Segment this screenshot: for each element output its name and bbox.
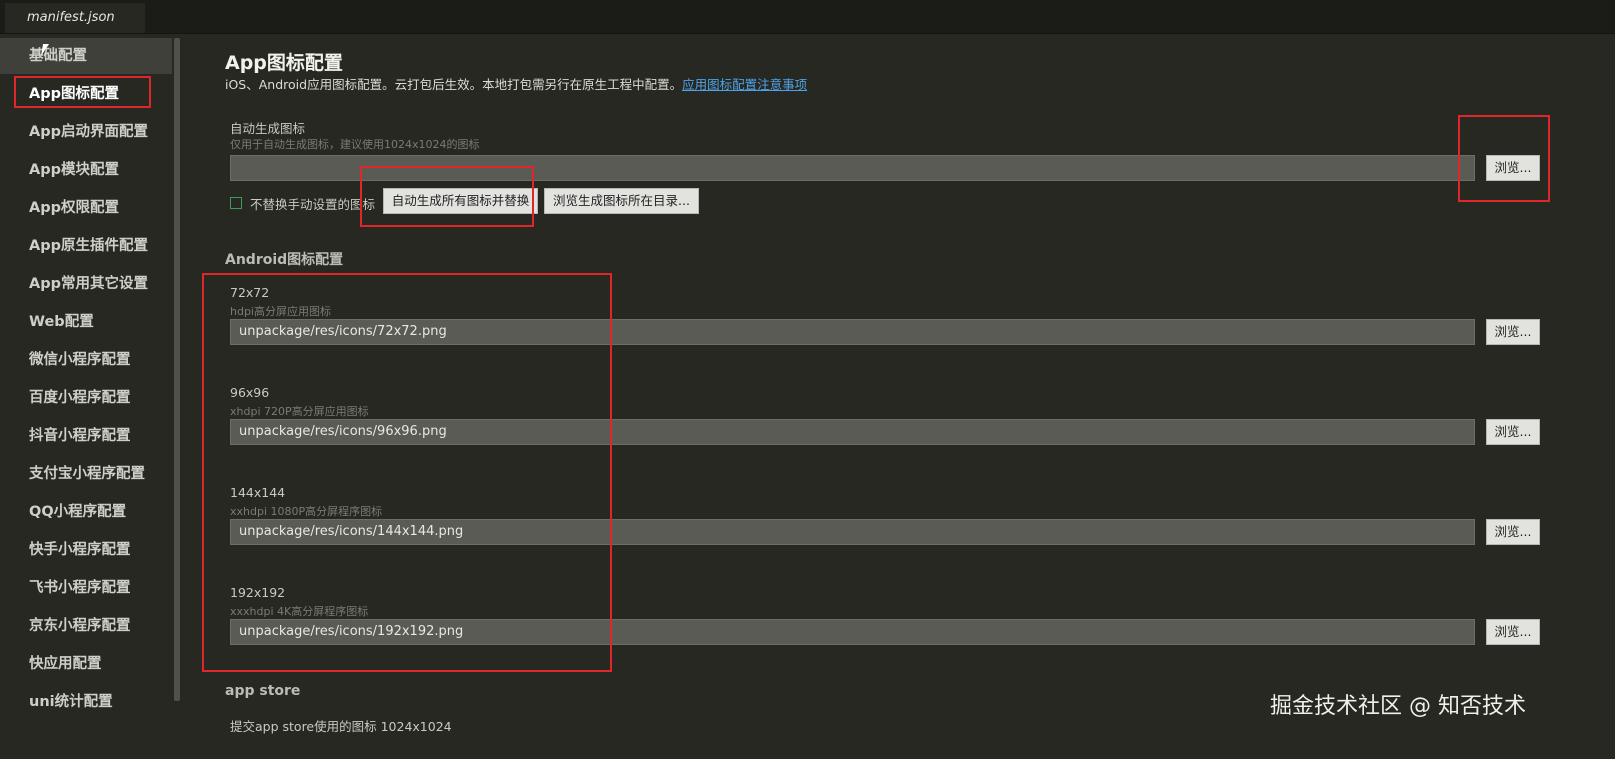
icon-96-size: 96x96 [230, 385, 270, 400]
sidebar-item-basic-config[interactable]: 基础配置 [0, 38, 172, 74]
icon-notes-link[interactable]: 应用图标配置注意事项 [682, 77, 807, 92]
appstore-hint: 提交app store使用的图标 1024x1024 [230, 719, 452, 734]
sidebar-item-baidu-mp-config[interactable]: 百度小程序配置 [0, 380, 172, 416]
sidebar-item-alipay-mp-config[interactable]: 支付宝小程序配置 [0, 456, 172, 492]
icon-192-desc: xxxhdpi 4K高分屏程序图标 [230, 605, 369, 618]
appstore-section-title: app store [225, 683, 301, 699]
auto-icon-hint: 仅用于自动生成图标，建议使用1024x1024的图标 [230, 138, 480, 151]
icon-96-path-input[interactable]: unpackage/res/icons/96x96.png [230, 419, 1475, 445]
icon-72-browse-button[interactable]: 浏览... [1486, 319, 1540, 345]
auto-icon-path-input[interactable] [230, 155, 1475, 181]
tab-manifest-json[interactable]: manifest.json [5, 3, 145, 33]
auto-icon-label: 自动生成图标 [230, 121, 306, 136]
watermark: 掘金技术社区 @ 知否技术 [1270, 694, 1526, 719]
sidebar-item-app-permission-config[interactable]: App权限配置 [0, 190, 172, 226]
icon-192-size: 192x192 [230, 585, 286, 600]
description-text: iOS、Android应用图标配置。云打包后生效。本地打包需另行在原生工程中配置… [225, 77, 683, 92]
no-replace-label: 不替换手动设置的图标 [250, 197, 376, 212]
icon-96-browse-button[interactable]: 浏览... [1486, 419, 1540, 445]
sidebar-item-quickapp-config[interactable]: 快应用配置 [0, 646, 172, 682]
sidebar-item-web-config[interactable]: Web配置 [0, 304, 172, 340]
tab-bar: manifest.json [0, 0, 1615, 34]
sidebar-scrollbar[interactable] [174, 38, 180, 701]
sidebar-item-wechat-mp-config[interactable]: 微信小程序配置 [0, 342, 172, 378]
generate-all-icons-button[interactable]: 自动生成所有图标并替换 [383, 188, 538, 214]
sidebar-item-app-native-plugin-config[interactable]: App原生插件配置 [0, 228, 172, 264]
sidebar: 基础配置 App图标配置 App启动界面配置 App模块配置 App权限配置 A… [0, 34, 180, 759]
page-title: App图标配置 [225, 52, 343, 74]
auto-icon-browse-button[interactable]: 浏览... [1486, 155, 1540, 181]
icon-144-desc: xxhdpi 1080P高分屏程序图标 [230, 505, 383, 518]
icon-144-browse-button[interactable]: 浏览... [1486, 519, 1540, 545]
page-description: iOS、Android应用图标配置。云打包后生效。本地打包需另行在原生工程中配置… [225, 74, 807, 93]
sidebar-item-kuaishou-mp-config[interactable]: 快手小程序配置 [0, 532, 172, 568]
no-replace-checkbox[interactable] [230, 197, 242, 209]
main-panel: App图标配置 iOS、Android应用图标配置。云打包后生效。本地打包需另行… [183, 34, 1615, 759]
icon-72-size: 72x72 [230, 285, 270, 300]
sidebar-item-app-module-config[interactable]: App模块配置 [0, 152, 172, 188]
sidebar-item-app-icon-config[interactable]: App图标配置 [0, 76, 172, 112]
sidebar-item-app-other-settings[interactable]: App常用其它设置 [0, 266, 172, 302]
icon-96-desc: xhdpi 720P高分屏应用图标 [230, 405, 369, 418]
sidebar-item-app-splash-config[interactable]: App启动界面配置 [0, 114, 172, 150]
open-icon-dir-button[interactable]: 浏览生成图标所在目录... [544, 188, 699, 214]
icon-72-desc: hdpi高分屏应用图标 [230, 305, 331, 318]
icon-144-size: 144x144 [230, 485, 286, 500]
icon-144-path-input[interactable]: unpackage/res/icons/144x144.png [230, 519, 1475, 545]
android-section-title: Android图标配置 [225, 252, 344, 268]
sidebar-item-uni-stat-config[interactable]: uni统计配置 [0, 684, 172, 720]
icon-192-path-input[interactable]: unpackage/res/icons/192x192.png [230, 619, 1475, 645]
sidebar-item-douyin-mp-config[interactable]: 抖音小程序配置 [0, 418, 172, 454]
icon-192-browse-button[interactable]: 浏览... [1486, 619, 1540, 645]
sidebar-item-qq-mp-config[interactable]: QQ小程序配置 [0, 494, 172, 530]
sidebar-item-feishu-mp-config[interactable]: 飞书小程序配置 [0, 570, 172, 606]
sidebar-item-jd-mp-config[interactable]: 京东小程序配置 [0, 608, 172, 644]
icon-72-path-input[interactable]: unpackage/res/icons/72x72.png [230, 319, 1475, 345]
